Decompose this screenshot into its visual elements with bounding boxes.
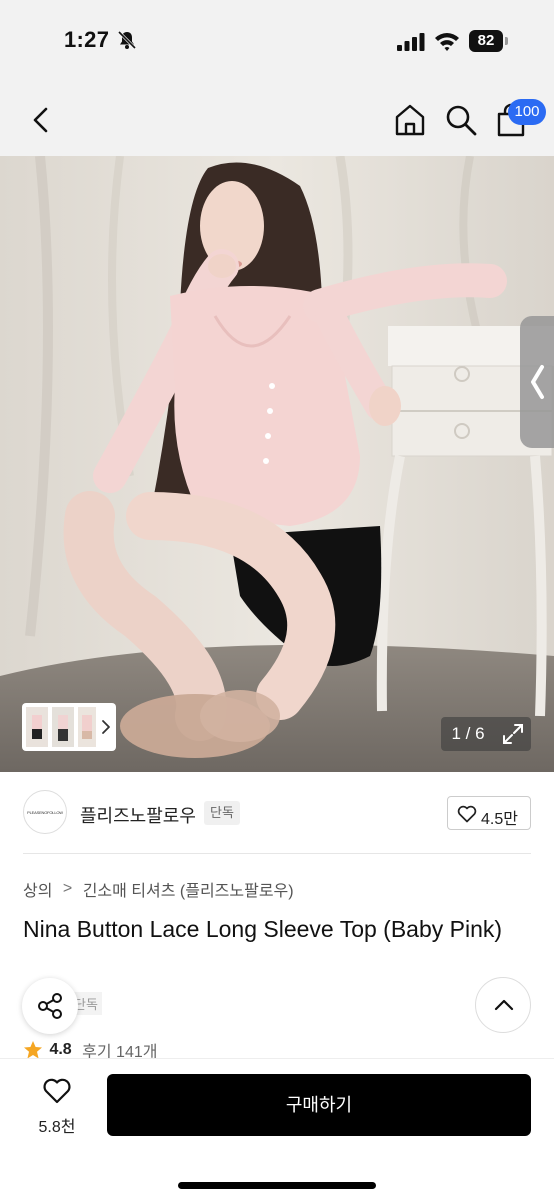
buy-button[interactable]: 구매하기 <box>107 1074 531 1136</box>
side-tab[interactable] <box>520 316 554 448</box>
page-indicator: 1 / 6 <box>441 717 495 751</box>
battery-tip <box>505 37 508 45</box>
brand-row[interactable]: PLEASENOFOLLOW 플리즈노팔로우 단독 4.5만 <box>0 772 554 854</box>
thumbnail-image[interactable] <box>52 707 74 747</box>
rating-score: 4.8 <box>49 1041 72 1058</box>
cart-badge: 100 <box>508 99 546 125</box>
brand-name[interactable]: 플리즈노팔로우 <box>80 802 196 828</box>
back-icon[interactable] <box>26 104 56 136</box>
status-time: 1:27 <box>64 27 110 52</box>
thumbnail-image[interactable] <box>26 707 48 747</box>
brand-like-button[interactable]: 4.5만 <box>447 796 531 830</box>
star-icon <box>24 1041 42 1059</box>
expand-icon <box>503 724 523 744</box>
brand-logo[interactable]: PLEASENOFOLLOW <box>23 790 67 834</box>
status-bar: 1:27 82 <box>0 0 554 84</box>
signal-icon <box>397 33 425 51</box>
chevron-up-icon <box>494 999 514 1011</box>
share-icon <box>38 993 62 1019</box>
product-photo <box>0 156 554 772</box>
thumb-next-icon[interactable] <box>100 717 112 737</box>
product-title: Nina Button Lace Long Sleeve Top (Baby P… <box>23 916 503 942</box>
breadcrumb-item-category[interactable]: 상의 <box>23 877 52 901</box>
brand-exclusive-badge: 단독 <box>204 801 240 825</box>
battery-icon: 82 <box>469 30 509 52</box>
home-indicator <box>178 1182 376 1189</box>
thumbnail-strip[interactable] <box>22 703 116 751</box>
heart-icon <box>43 1078 71 1104</box>
expand-button[interactable] <box>495 717 531 751</box>
breadcrumb-separator: > <box>62 880 73 897</box>
nav-header <box>0 84 554 156</box>
home-icon[interactable] <box>392 102 428 138</box>
scroll-top-button[interactable] <box>475 977 531 1033</box>
bell-off-icon <box>117 30 137 50</box>
product-image-gallery[interactable] <box>0 156 554 772</box>
brand-like-count: 4.5만 <box>481 811 518 828</box>
heart-icon <box>457 805 477 823</box>
side-tab-chevron-icon <box>531 365 544 399</box>
rating-row[interactable]: 4.8 후기 141개 <box>23 1038 157 1060</box>
divider <box>23 853 531 854</box>
share-button[interactable] <box>22 978 78 1034</box>
thumbnail-image[interactable] <box>78 707 96 747</box>
breadcrumb: 상의 > 긴소매 티셔츠 (플리즈노팔로우) <box>23 877 294 901</box>
wishlist-button[interactable]: 5.8천 <box>22 1073 92 1149</box>
wishlist-count: 5.8천 <box>38 1119 76 1136</box>
battery-level: 82 <box>469 30 503 52</box>
wifi-icon <box>435 33 459 51</box>
search-icon[interactable] <box>443 102 479 138</box>
breadcrumb-item-subcategory[interactable]: 긴소매 티셔츠 (플리즈노팔로우) <box>83 877 294 901</box>
bottom-action-bar: 5.8천 구매하기 <box>0 1058 554 1200</box>
